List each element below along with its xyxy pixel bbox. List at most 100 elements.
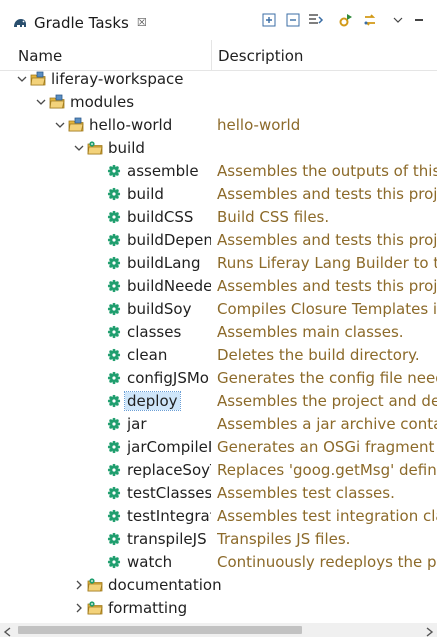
expand-chevron-icon[interactable] bbox=[73, 579, 85, 591]
gear-task-icon bbox=[106, 347, 122, 363]
view-menu-icon[interactable] bbox=[389, 11, 407, 29]
node-description: Assembles and tests this project a bbox=[217, 277, 437, 295]
tree-node-documentation[interactable]: documentation bbox=[0, 574, 437, 597]
node-description: hello-world bbox=[217, 116, 301, 134]
task-row-testIntegrati[interactable]: testIntegrati Assembles test integration … bbox=[0, 505, 437, 528]
task-row-buildLang[interactable]: buildLang Runs Liferay Lang Builder to tr… bbox=[0, 252, 437, 275]
node-label: jarCompileI bbox=[127, 438, 211, 456]
close-view-icon[interactable]: ☒ bbox=[137, 17, 147, 29]
node-label: jar bbox=[127, 415, 147, 433]
filter-icon[interactable] bbox=[307, 11, 325, 29]
node-label: transpileJS bbox=[127, 530, 207, 548]
project-folder-icon bbox=[30, 71, 46, 87]
task-row-buildCSS[interactable]: buildCSS Build CSS files. bbox=[0, 206, 437, 229]
task-row-transpileJS[interactable]: transpileJS Transpiles JS files. bbox=[0, 528, 437, 551]
collapse-chevron-icon[interactable] bbox=[54, 119, 66, 131]
tree-node-formatting[interactable]: formatting bbox=[0, 597, 437, 620]
task-group-folder-icon bbox=[87, 140, 103, 156]
collapse-all-icon[interactable] bbox=[284, 11, 302, 29]
refresh-icon[interactable] bbox=[361, 11, 379, 29]
node-label: testClasses bbox=[127, 484, 211, 502]
node-description: Assembles test classes. bbox=[217, 484, 395, 502]
view-tab-bar: Gradle Tasks ☒ bbox=[0, 0, 437, 41]
gradle-tasks-tab[interactable]: Gradle Tasks ☒ bbox=[0, 4, 147, 40]
node-label: deploy bbox=[124, 391, 181, 411]
gear-task-icon bbox=[106, 508, 122, 524]
node-label: buildSoy bbox=[127, 300, 192, 318]
node-description: Assembles test integration classes bbox=[217, 507, 437, 525]
node-description: Continuously redeploys the projec bbox=[217, 553, 437, 571]
task-row-jarCompileI[interactable]: jarCompileI Generates an OSGi fragment co… bbox=[0, 436, 437, 459]
tree-node-build[interactable]: build bbox=[0, 137, 437, 160]
run-tasks-icon[interactable] bbox=[337, 11, 355, 29]
tree-node-hello-world[interactable]: hello-world hello-world bbox=[0, 114, 437, 137]
node-description: Assembles main classes. bbox=[217, 323, 404, 341]
task-row-build[interactable]: build Assembles and tests this project. bbox=[0, 183, 437, 206]
node-description: Runs Liferay Lang Builder to trans bbox=[217, 254, 437, 272]
project-folder-icon bbox=[49, 94, 65, 110]
name-column-header[interactable]: Name bbox=[18, 47, 62, 65]
expand-all-icon[interactable] bbox=[260, 11, 278, 29]
task-row-configJSMo[interactable]: configJSMo Generates the config file need… bbox=[0, 367, 437, 390]
node-label: modules bbox=[70, 93, 135, 111]
scroll-right-icon[interactable] bbox=[423, 625, 435, 637]
node-label: replaceSoyT bbox=[127, 461, 211, 479]
task-row-watch[interactable]: watch Continuously redeploys the projec bbox=[0, 551, 437, 574]
node-description: Assembles the project and deploy bbox=[217, 392, 437, 410]
gradle-elephant-icon bbox=[12, 15, 28, 31]
gear-task-icon bbox=[106, 324, 122, 340]
gear-task-icon bbox=[106, 439, 122, 455]
task-row-deploy[interactable]: deploy Assembles the project and deploy bbox=[0, 390, 437, 413]
gear-task-icon bbox=[106, 531, 122, 547]
node-label: build bbox=[108, 139, 145, 157]
node-label: buildNeede bbox=[127, 277, 211, 295]
task-row-buildNeede[interactable]: buildNeede Assembles and tests this proje… bbox=[0, 275, 437, 298]
node-description: Generates the config file needed bbox=[217, 369, 437, 387]
minimize-icon[interactable] bbox=[410, 11, 428, 29]
view-title: Gradle Tasks bbox=[34, 14, 129, 32]
collapse-chevron-icon[interactable] bbox=[35, 96, 47, 108]
gradle-task-tree[interactable]: liferay-workspace modules hello-world hello… bbox=[0, 68, 437, 621]
description-column-header[interactable]: Description bbox=[218, 47, 303, 65]
node-label: buildLang bbox=[127, 254, 201, 272]
column-divider[interactable] bbox=[211, 40, 212, 70]
gear-task-icon bbox=[106, 186, 122, 202]
task-row-classes[interactable]: classes Assembles main classes. bbox=[0, 321, 437, 344]
task-row-replaceSoyT[interactable]: replaceSoyT Replaces 'goog.getMsg' defini… bbox=[0, 459, 437, 482]
node-description: Build CSS files. bbox=[217, 208, 330, 226]
gear-task-icon bbox=[106, 255, 122, 271]
node-description: Transpiles JS files. bbox=[217, 530, 351, 548]
node-label: classes bbox=[127, 323, 182, 341]
scrollbar-thumb[interactable] bbox=[18, 626, 302, 634]
node-description: Assembles the outputs of this pro bbox=[217, 162, 437, 180]
gear-task-icon bbox=[106, 278, 122, 294]
node-label: buildDepen bbox=[127, 231, 211, 249]
node-description: Generates an OSGi fragment cont bbox=[217, 438, 437, 456]
gear-task-icon bbox=[106, 163, 122, 179]
scroll-left-icon[interactable] bbox=[2, 625, 14, 637]
task-row-clean[interactable]: clean Deletes the build directory. bbox=[0, 344, 437, 367]
collapse-chevron-icon[interactable] bbox=[16, 73, 28, 85]
node-label: build bbox=[127, 185, 164, 203]
horizontal-scrollbar[interactable] bbox=[0, 623, 437, 637]
node-label: hello-world bbox=[89, 116, 173, 134]
task-row-buildDepen[interactable]: buildDepen Assembles and tests this proje… bbox=[0, 229, 437, 252]
collapse-chevron-icon[interactable] bbox=[73, 142, 85, 154]
gear-task-icon bbox=[106, 370, 122, 386]
node-description: Deletes the build directory. bbox=[217, 346, 420, 364]
tree-node-liferay-workspace[interactable]: liferay-workspace bbox=[0, 68, 437, 91]
task-row-assemble[interactable]: assemble Assembles the outputs of this pr… bbox=[0, 160, 437, 183]
node-description: Assembles and tests this project a bbox=[217, 231, 437, 249]
task-row-testClasses[interactable]: testClasses Assembles test classes. bbox=[0, 482, 437, 505]
project-folder-icon bbox=[68, 117, 84, 133]
task-row-jar[interactable]: jar Assembles a jar archive containin bbox=[0, 413, 437, 436]
tree-node-modules[interactable]: modules bbox=[0, 91, 437, 114]
task-group-folder-icon bbox=[87, 600, 103, 616]
expand-chevron-icon[interactable] bbox=[73, 602, 85, 614]
node-label: assemble bbox=[127, 162, 199, 180]
gear-task-icon bbox=[106, 393, 122, 409]
gear-task-icon bbox=[106, 554, 122, 570]
gear-task-icon bbox=[106, 462, 122, 478]
task-row-buildSoy[interactable]: buildSoy Compiles Closure Templates into bbox=[0, 298, 437, 321]
gear-task-icon bbox=[106, 416, 122, 432]
